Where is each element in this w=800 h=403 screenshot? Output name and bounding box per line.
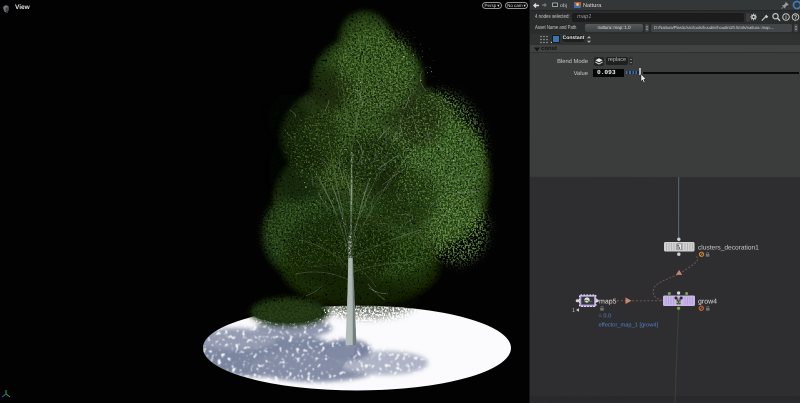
svg-text:= 0.0: = 0.0 xyxy=(598,314,611,320)
svg-text:1: 1 xyxy=(572,308,575,314)
svg-text:i: i xyxy=(785,14,787,21)
svg-text:?: ? xyxy=(794,15,798,21)
svg-text:effector_map_1 [grow4]: effector_map_1 [grow4] xyxy=(598,321,658,328)
svg-text:grow4: grow4 xyxy=(698,298,717,305)
svg-text:map5: map5 xyxy=(599,298,617,305)
svg-text:clusters_decoration1: clusters_decoration1 xyxy=(698,245,759,252)
